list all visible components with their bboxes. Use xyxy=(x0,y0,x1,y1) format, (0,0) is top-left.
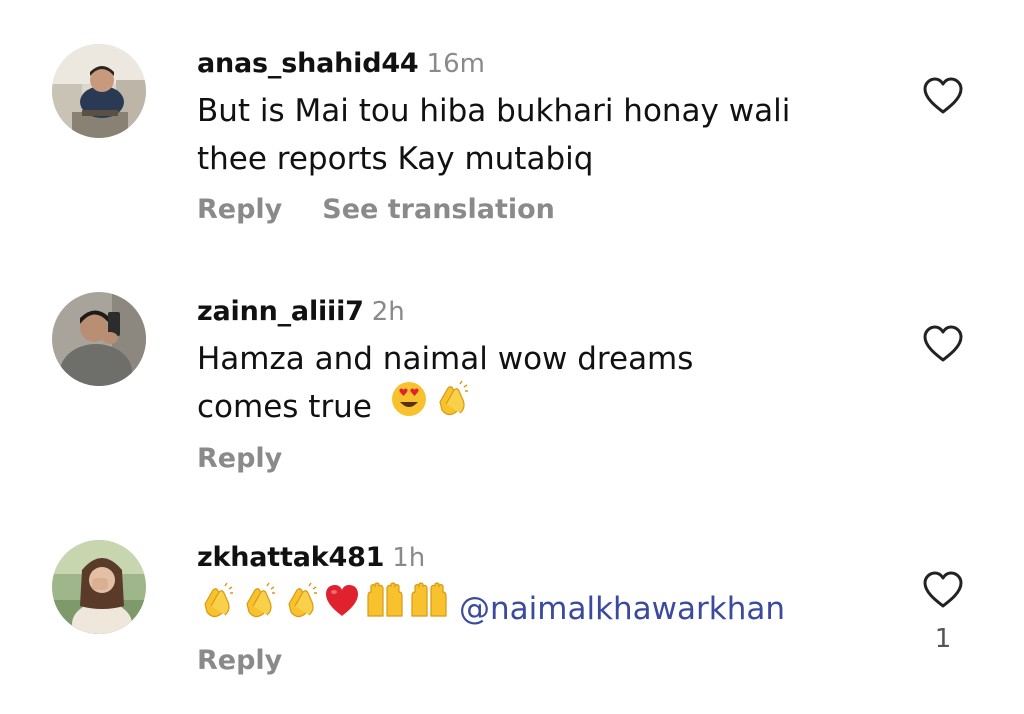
timestamp: 1h xyxy=(392,543,426,573)
comment-text-line-with-emoji: comes true xyxy=(197,380,877,432)
comment-text-line: comes true xyxy=(197,389,372,425)
reply-button[interactable]: Reply xyxy=(197,439,282,479)
red-heart-emoji xyxy=(323,582,361,634)
see-translation-button[interactable]: See translation xyxy=(322,190,555,230)
reply-button[interactable]: Reply xyxy=(197,641,282,681)
reply-button[interactable]: Reply xyxy=(197,190,282,230)
like-count: 1 xyxy=(934,624,952,654)
clapping-hands-emoji xyxy=(432,380,470,432)
comment-content: zainn_aliii7 2h Hamza and naimal wow drea… xyxy=(197,292,877,479)
clapping-hands-emoji xyxy=(239,582,277,634)
heart-outline-icon[interactable] xyxy=(921,324,965,364)
heart-outline-icon[interactable] xyxy=(921,76,965,116)
avatar[interactable] xyxy=(52,292,146,386)
clapping-hands-emoji xyxy=(197,582,235,634)
comment-header: zainn_aliii7 2h xyxy=(197,292,877,332)
avatar[interactable] xyxy=(52,44,146,138)
username[interactable]: zainn_aliii7 xyxy=(197,296,364,327)
comment-text-line: thee reports Kay mutabiq xyxy=(197,141,594,177)
comment-content: zkhattak481 1h @naimalkhawarkhan Reply xyxy=(197,538,877,681)
mention-link[interactable]: @naimalkhawarkhan xyxy=(459,591,785,627)
comment-text: Hamza and naimal wow dreams comes true xyxy=(197,335,877,432)
comment-text: But is Mai tou hiba bukhari honay wali t… xyxy=(197,87,877,183)
comment-text: @naimalkhawarkhan xyxy=(197,581,877,634)
comment-actions: Reply xyxy=(197,641,877,681)
timestamp: 2h xyxy=(371,297,405,327)
avatar[interactable] xyxy=(52,540,146,634)
raising-hands-emoji xyxy=(365,581,405,634)
comment-text-line: But is Mai tou hiba bukhari honay wali xyxy=(197,93,791,129)
username[interactable]: anas_shahid44 xyxy=(197,48,419,79)
comment-text-line: Hamza and naimal wow dreams xyxy=(197,341,694,377)
comment-header: anas_shahid44 16m xyxy=(197,44,877,84)
comment-content: anas_shahid44 16m But is Mai tou hiba buk… xyxy=(197,44,877,230)
username[interactable]: zkhattak481 xyxy=(197,542,384,573)
clapping-hands-emoji xyxy=(281,582,319,634)
timestamp: 16m xyxy=(426,49,485,79)
comment-actions: Reply xyxy=(197,439,877,479)
comment-header: zkhattak481 1h xyxy=(197,538,877,578)
raising-hands-emoji xyxy=(409,581,449,634)
heart-outline-icon[interactable] xyxy=(921,570,965,610)
heart-eyes-emoji xyxy=(390,380,428,432)
comment-actions: Reply See translation xyxy=(197,190,877,230)
